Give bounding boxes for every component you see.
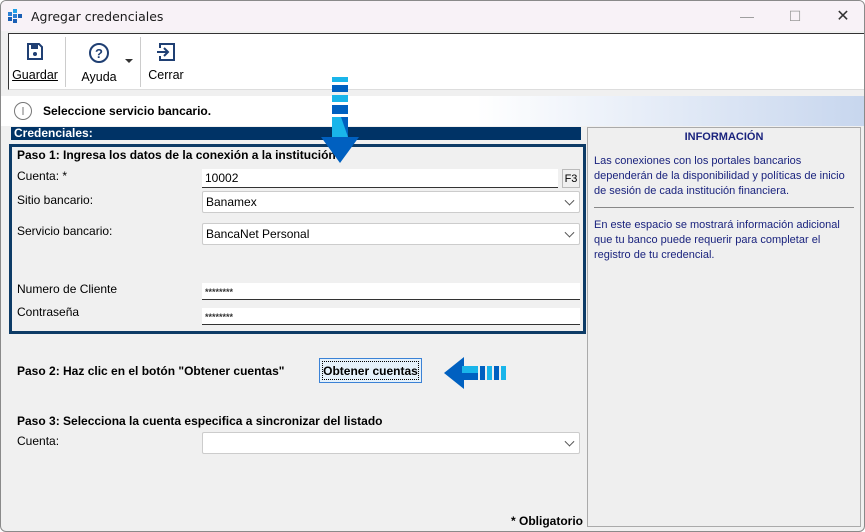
- title-bar: Agregar credenciales — ☐ ✕: [1, 1, 864, 31]
- toolbar-separator: [140, 37, 141, 87]
- info-paragraph-2: En este espacio se mostrará información …: [594, 219, 840, 261]
- chevron-down-icon: [564, 195, 575, 206]
- servicio-select[interactable]: BancaNet Personal: [202, 223, 580, 245]
- info-divider: [594, 207, 854, 208]
- save-icon: [27, 43, 43, 60]
- down-arrow-annotation-icon: [321, 77, 359, 163]
- sitio-value: Banamex: [206, 195, 257, 209]
- password-label: Contraseña: [17, 305, 80, 319]
- toolbar: Guardar ? Ayuda Cerrar: [8, 33, 864, 90]
- info-title: INFORMACIÓN: [684, 131, 764, 143]
- info-panel: INFORMACIÓN Las conexiones con los porta…: [587, 127, 861, 527]
- app-icon: [8, 9, 22, 23]
- maximize-button[interactable]: ☐: [772, 1, 818, 31]
- status-message: Seleccione servicio bancario.: [43, 104, 212, 118]
- cuenta-label: Cuenta: *: [17, 169, 68, 183]
- obtener-cuentas-button[interactable]: Obtener cuentas: [319, 358, 422, 383]
- toolbar-separator: [65, 37, 66, 87]
- cuenta-input[interactable]: 10002: [202, 169, 558, 188]
- help-icon: ?: [89, 43, 109, 63]
- cliente-input[interactable]: ********: [202, 283, 580, 300]
- chevron-down-icon: [564, 436, 575, 447]
- info-icon: [14, 102, 32, 120]
- ayuda-button[interactable]: ? Ayuda: [77, 34, 121, 90]
- required-note: * Obligatorio: [511, 514, 583, 528]
- guardar-button[interactable]: Guardar: [12, 34, 58, 90]
- dialog-window: Agregar credenciales — ☐ ✕ Guardar ? Ayu…: [0, 0, 865, 532]
- left-arrow-annotation-icon: [444, 357, 506, 389]
- minimize-button[interactable]: —: [724, 1, 770, 31]
- ayuda-dropdown-arrow-icon[interactable]: [125, 59, 133, 63]
- sitio-label: Sitio bancario:: [17, 193, 94, 207]
- window-title: Agregar credenciales: [31, 8, 164, 24]
- paso2-title: Paso 2: Haz clic en el botón "Obtener cu…: [17, 364, 285, 378]
- guardar-label: Guardar: [12, 68, 58, 82]
- cliente-label: Numero de Cliente: [17, 282, 118, 296]
- status-bar: Seleccione servicio bancario.: [1, 96, 864, 126]
- servicio-value: BancaNet Personal: [206, 227, 310, 241]
- f3-button[interactable]: F3: [562, 169, 580, 188]
- paso3-title: Paso 3: Selecciona la cuenta especifica …: [17, 414, 383, 428]
- cerrar-label: Cerrar: [148, 68, 184, 82]
- paso1-title: Paso 1: Ingresa los datos de la conexión…: [17, 148, 336, 162]
- password-input[interactable]: ********: [202, 308, 580, 325]
- sitio-select[interactable]: Banamex: [202, 191, 580, 213]
- ayuda-label: Ayuda: [81, 70, 117, 84]
- section-header: Credenciales:: [11, 127, 581, 140]
- paso3-cuenta-label: Cuenta:: [17, 434, 60, 448]
- exit-icon: [157, 43, 175, 61]
- info-paragraph-1: Las conexiones con los portales bancario…: [594, 155, 845, 197]
- close-button[interactable]: ✕: [820, 1, 864, 31]
- servicio-label: Servicio bancario:: [17, 224, 113, 238]
- chevron-down-icon: [564, 227, 575, 238]
- cerrar-button[interactable]: Cerrar: [148, 34, 184, 90]
- svg-text:?: ?: [95, 46, 103, 61]
- paso3-cuenta-select[interactable]: [202, 432, 580, 454]
